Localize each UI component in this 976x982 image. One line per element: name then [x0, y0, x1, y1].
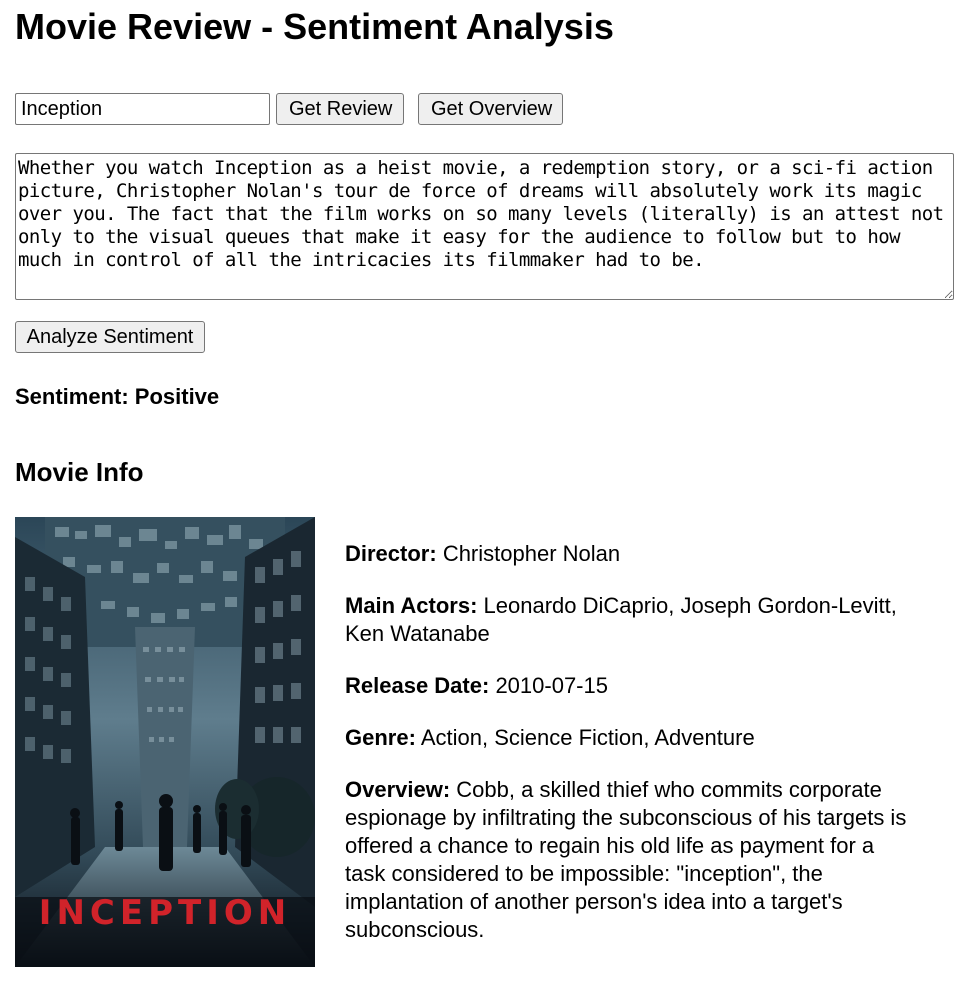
- director-value: Christopher Nolan: [442, 541, 621, 566]
- overview-label: Overview:: [345, 777, 451, 802]
- movie-details: Director: Christopher Nolan Main Actors:…: [345, 540, 915, 944]
- review-textarea[interactable]: Whether you watch Inception as a heist m…: [15, 153, 954, 300]
- get-overview-button[interactable]: Get Overview: [418, 93, 563, 125]
- analyze-sentiment-button[interactable]: Analyze Sentiment: [15, 321, 205, 353]
- genre-row: Genre: Action, Science Fiction, Adventur…: [345, 724, 915, 752]
- genre-label: Genre:: [345, 725, 416, 750]
- actors-label: Main Actors:: [345, 593, 478, 618]
- sentiment-result: Sentiment: Positive: [15, 384, 220, 409]
- genre-value: Action, Science Fiction, Adventure: [420, 725, 755, 750]
- get-review-button[interactable]: Get Review: [276, 93, 404, 125]
- actors-row: Main Actors: Leonardo DiCaprio, Joseph G…: [345, 592, 905, 648]
- poster-title: INCEPTION: [38, 893, 292, 933]
- release-date-row: Release Date: 2010-07-15: [345, 672, 915, 700]
- movie-search-input[interactable]: [15, 93, 270, 125]
- movie-poster: INCEPTION: [15, 517, 315, 967]
- release-date-label: Release Date:: [345, 673, 490, 698]
- overview-row: Overview: Cobb, a skilled thief who comm…: [345, 776, 910, 944]
- director-row: Director: Christopher Nolan: [345, 540, 915, 568]
- release-date-value: 2010-07-15: [495, 673, 608, 698]
- page: Movie Review - Sentiment Analysis Get Re…: [0, 0, 976, 982]
- movie-info-heading: Movie Info: [15, 457, 144, 487]
- page-title: Movie Review - Sentiment Analysis: [15, 6, 614, 47]
- director-label: Director:: [345, 541, 437, 566]
